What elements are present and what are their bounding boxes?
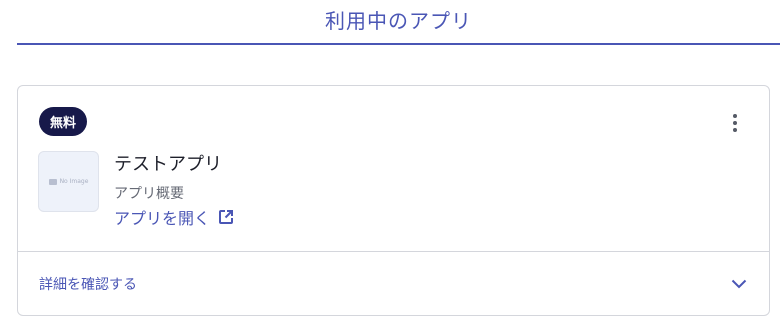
chevron-down-icon xyxy=(731,279,747,289)
app-card: 無料 No Image テストアプリ アプリ概要 アプリを開く 詳細を確認する xyxy=(17,85,770,316)
no-image-label: No Image xyxy=(59,178,89,185)
app-name: テストアプリ xyxy=(114,154,222,175)
app-card-body: 無料 No Image テストアプリ アプリ概要 アプリを開く xyxy=(18,86,769,252)
tab-in-use-apps[interactable]: 利用中のアプリ xyxy=(17,0,780,45)
image-icon xyxy=(48,178,57,185)
more-options-button[interactable] xyxy=(723,111,747,135)
open-app-label: アプリを開く xyxy=(114,209,211,228)
app-summary: アプリ概要 xyxy=(114,186,184,202)
open-app-link[interactable]: アプリを開く xyxy=(114,205,234,229)
price-badge: 無料 xyxy=(39,107,88,136)
page: 利用中のアプリ 無料 No Image テストアプリ アプリ概要 アプリを開く xyxy=(0,0,783,322)
details-expander[interactable]: 詳細を確認する xyxy=(18,252,769,315)
kebab-icon-dot xyxy=(733,128,737,132)
app-thumbnail: No Image xyxy=(38,151,99,212)
kebab-icon xyxy=(733,114,737,118)
kebab-icon-dot xyxy=(733,121,737,125)
tab-title: 利用中のアプリ xyxy=(325,9,472,33)
external-link-icon xyxy=(218,209,234,225)
details-label: 詳細を確認する xyxy=(39,276,137,293)
